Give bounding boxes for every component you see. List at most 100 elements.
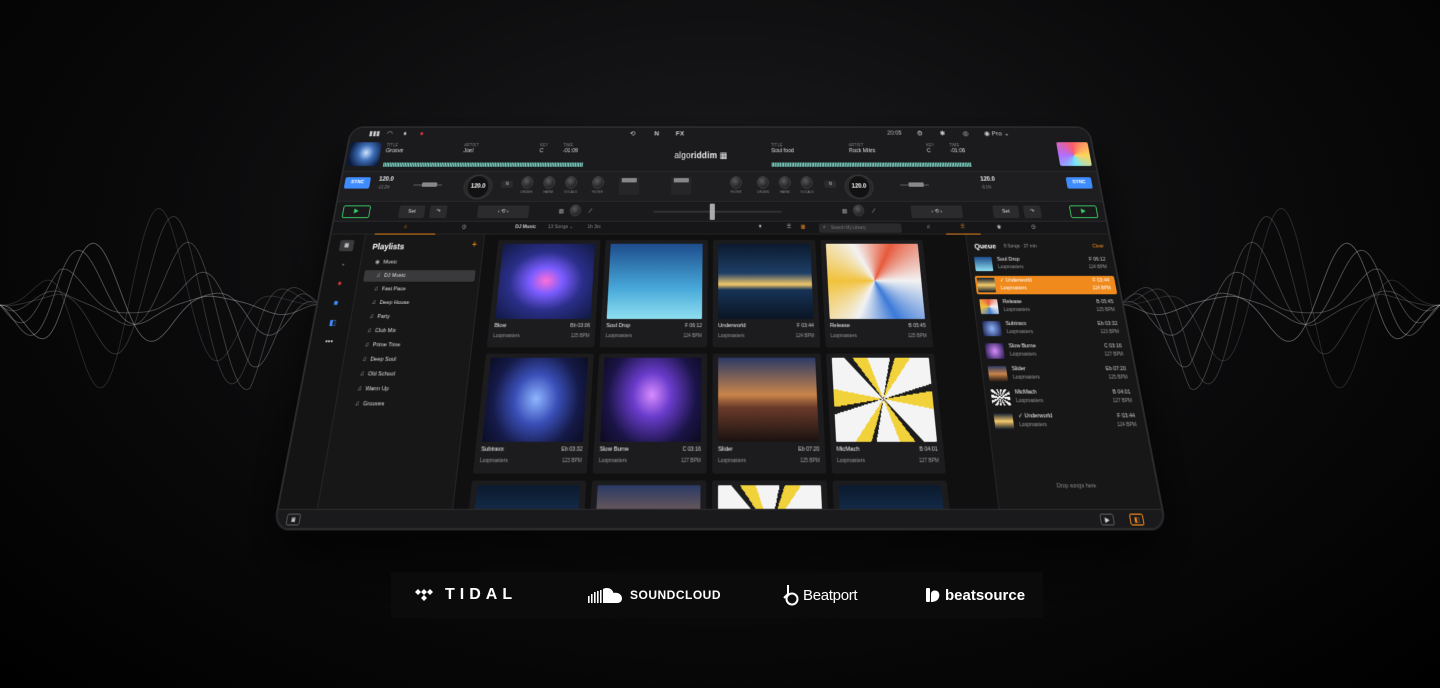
deck-right-cue-set-button[interactable]: Set xyxy=(992,205,1020,219)
tidal-logo[interactable]: TIDAL xyxy=(415,572,517,618)
play-icon[interactable]: ▶ xyxy=(1099,513,1116,526)
headphones-icon[interactable]: ◠ xyxy=(386,130,393,137)
mixer-gain-right-handle[interactable] xyxy=(673,178,689,183)
track-tile[interactable]: Underworld Loopmasters F 03:44 124 BPM xyxy=(712,240,821,348)
beatport-logo[interactable]: Beatport xyxy=(783,572,858,618)
mixer-gain-left-handle[interactable] xyxy=(621,178,637,183)
beatsource-logo[interactable]: beatsource xyxy=(925,572,1025,618)
apple-music-icon[interactable]: ● xyxy=(332,278,348,290)
search-input[interactable]: Search My Library xyxy=(818,223,902,233)
sidebar-item-deep-house[interactable]: ♫ Deep House xyxy=(358,297,472,309)
queue-row[interactable]: Subtraxx Loopmasters Eb 03:32 123 BPM xyxy=(980,319,1126,338)
deck-right-jog-wheel[interactable]: 120.0 xyxy=(843,174,875,200)
grid-view-icon[interactable]: ▦ xyxy=(801,224,806,229)
deck-left-knob-drums[interactable] xyxy=(520,176,534,189)
deck-left-loop-control[interactable]: ‹ ⟲ › xyxy=(476,205,530,219)
deck-left-artwork[interactable] xyxy=(346,142,383,166)
deck-right-knob-filter[interactable] xyxy=(730,176,742,189)
deck-left-key[interactable]: C xyxy=(539,148,543,154)
deck-right-waveform[interactable] xyxy=(771,162,972,167)
deck-right-fx-knob[interactable] xyxy=(852,204,865,217)
crossfader-handle[interactable] xyxy=(709,203,715,220)
sidebar-item-old-school[interactable]: ♫ Old School xyxy=(346,368,464,381)
track-tile[interactable]: Slow Burne Loopmasters C 03:16 127 BPM xyxy=(592,353,708,474)
deck-left-sync-button[interactable]: SYNC xyxy=(343,177,372,189)
deck-left-fx-knob[interactable] xyxy=(569,204,582,217)
deck-right-jump-icon[interactable]: ↷ xyxy=(1022,205,1042,219)
loop-icon[interactable]: ⟲ xyxy=(630,130,636,137)
sidebar-item-club-mix[interactable]: ♫ Club Mix xyxy=(353,325,469,337)
deck-right-knob-vocals[interactable] xyxy=(800,176,813,189)
deck-right-eq-icon[interactable]: ▥ xyxy=(839,205,850,218)
queue-music-tab-icon[interactable]: ♫ xyxy=(926,224,930,229)
queue-toggle-icon[interactable]: ◧ xyxy=(1128,513,1145,526)
queue-row[interactable]: Slow Burne Loopmasters C 03:16 127 BPM xyxy=(983,341,1130,361)
sidebar-item-grooves[interactable]: ♫ Grooves xyxy=(341,398,461,411)
deck-left-eq-icon[interactable]: ▥ xyxy=(556,205,567,218)
track-tile[interactable]: Subtraxx Loopmasters Eb 03:32 123 BPM xyxy=(472,353,594,474)
soundcloud-logo[interactable]: SOUNDCLOUD xyxy=(588,572,721,618)
queue-row[interactable]: Release Loopmasters B 05:45 125 BPM xyxy=(977,297,1121,316)
sidebar-item-dj-music[interactable]: ♫ DJ Music xyxy=(363,270,476,282)
deck-right-loop-control[interactable]: ‹ ⟲ › xyxy=(910,205,964,219)
add-playlist-button[interactable]: + xyxy=(471,240,477,250)
eq-icon[interactable]: ▮▮▮ xyxy=(368,130,380,137)
filter-icon[interactable]: ▼ xyxy=(758,224,763,229)
queue-row[interactable]: ✓ Underworld Loopmasters F 03:44 124 BPM xyxy=(991,411,1143,432)
more-icon[interactable]: ••• xyxy=(321,335,338,347)
track-tile[interactable] xyxy=(832,480,961,509)
deck-right-play-button[interactable]: ▶ xyxy=(1068,205,1099,219)
deck-left-pitch-handle[interactable] xyxy=(421,182,438,187)
deck-left-jump-icon[interactable]: ↷ xyxy=(428,205,448,219)
deck-left-knob-vocals[interactable] xyxy=(564,176,578,189)
list-view-icon[interactable]: ☰ xyxy=(787,224,791,229)
deck-left-play-button[interactable]: ▶ xyxy=(341,205,372,219)
track-tile[interactable]: Blow Loopmasters Bb 03:06 125 BPM xyxy=(486,240,601,348)
sidebar-item-deep-soul[interactable]: ♫ Deep Soul xyxy=(348,354,465,366)
queue-eye-tab-icon[interactable]: ◉ xyxy=(997,224,1002,229)
deck-right-wand-icon[interactable]: ⟋ xyxy=(868,205,879,218)
sidebar-item-fast-pace[interactable]: ♫ Fast Pace xyxy=(361,284,474,296)
fx-icon[interactable]: FX xyxy=(676,130,685,137)
track-tile[interactable] xyxy=(584,480,707,509)
browser-song-count[interactable]: 13 Songs ⌄ xyxy=(548,224,574,229)
deck-left-knob-filter[interactable] xyxy=(591,176,605,189)
settings-icon[interactable]: ◎ xyxy=(962,130,969,137)
gear-icon[interactable]: ⚙ xyxy=(916,130,923,137)
track-tile[interactable]: Release Loopmasters B 05:45 125 BPM xyxy=(820,240,934,348)
queue-row[interactable]: MicMach Loopmasters B 04:01 127 BPM xyxy=(988,387,1139,407)
my-library-icon[interactable]: ◙ xyxy=(338,240,355,252)
deck-right-knob-harm[interactable] xyxy=(778,176,791,189)
n-icon[interactable]: N xyxy=(654,130,659,137)
deck-right-knob-drums[interactable] xyxy=(756,176,769,189)
deck-right-n-button[interactable]: N xyxy=(824,180,837,188)
sidebar-item-music[interactable]: ◉ Music xyxy=(365,257,477,268)
queue-row[interactable]: ✓ Underworld Loopmasters F 03:44 124 BPM xyxy=(974,275,1118,295)
sidebar-item-prime-time[interactable]: ♫ Prime Time xyxy=(351,339,468,351)
queue-row[interactable]: Soul Drop Loopmasters F 06:12 124 BPM xyxy=(972,255,1113,273)
history-tab-icon[interactable]: ◷ xyxy=(462,224,467,229)
deck-right-sync-button[interactable]: SYNC xyxy=(1065,177,1093,189)
queue-row[interactable]: Slider Loopmasters Eb 07:20 125 BPM xyxy=(985,364,1134,384)
track-tile[interactable]: Slider Loopmasters Eb 07:20 125 BPM xyxy=(712,353,827,474)
deck-left-n-button[interactable]: N xyxy=(500,180,514,188)
record-icon[interactable]: ● xyxy=(419,130,424,137)
sidebar-item-warm-up[interactable]: ♫ Warm Up xyxy=(343,383,462,396)
mic-icon[interactable]: ♦ xyxy=(403,130,408,137)
deck-left-waveform[interactable] xyxy=(382,162,584,167)
deck-left-knob-harm[interactable] xyxy=(542,176,556,189)
track-tile[interactable] xyxy=(457,480,587,509)
deck-left-cue-set-button[interactable]: Set xyxy=(398,205,426,219)
track-tile[interactable]: Soul Drop Loopmasters F 06:12 124 BPM xyxy=(599,240,708,348)
deck-right-key[interactable]: C xyxy=(927,148,932,154)
crossfader-track[interactable] xyxy=(653,210,782,213)
deck-right-pitch-handle[interactable] xyxy=(908,182,924,187)
deck-right-artwork[interactable] xyxy=(1056,142,1092,166)
finder-icon[interactable]: ◧ xyxy=(324,317,341,329)
playlists-tab-icon[interactable]: ♫ xyxy=(403,224,407,229)
pro-badge[interactable]: ◉ Pro ⌄ xyxy=(984,130,1010,137)
sidebar-item-party[interactable]: ♫ Party xyxy=(356,311,471,323)
queue-list-tab-icon[interactable]: ☰ xyxy=(961,224,966,229)
track-tile[interactable] xyxy=(711,480,833,509)
queue-clear-button[interactable]: Clear xyxy=(1092,244,1104,250)
